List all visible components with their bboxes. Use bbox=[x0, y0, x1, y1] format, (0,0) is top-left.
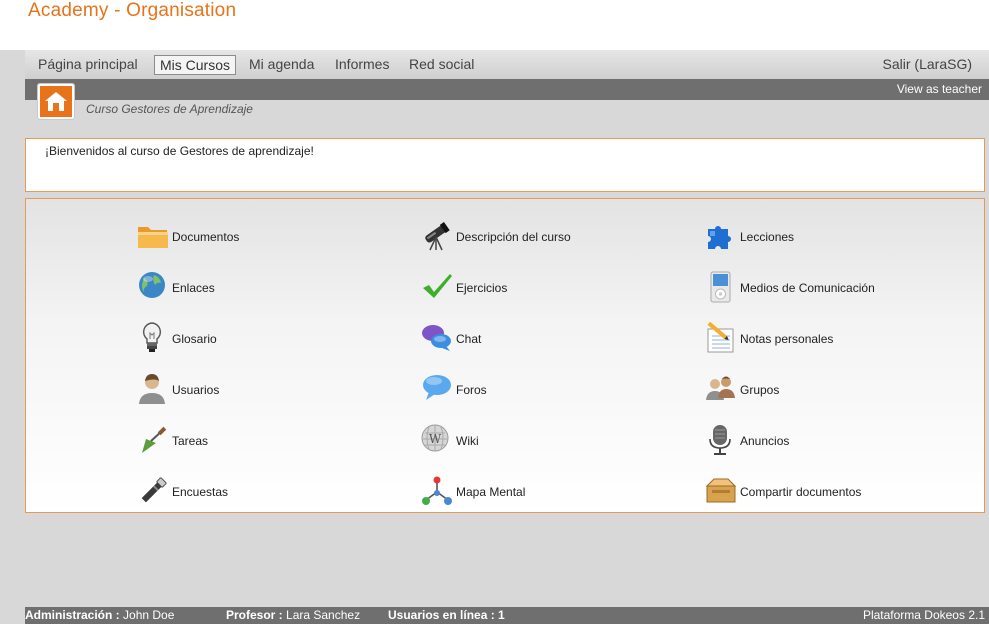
intro-text: ¡Bienvenidos al curso de Gestores de apr… bbox=[45, 144, 314, 158]
tool-groups[interactable]: Grupos bbox=[704, 372, 964, 406]
tool-label: Ejercicios bbox=[456, 281, 508, 295]
trowel-icon bbox=[142, 426, 167, 453]
lightbulb-icon bbox=[142, 322, 162, 352]
tool-announcements[interactable]: Anuncios bbox=[704, 423, 964, 457]
tool-links[interactable]: Enlaces bbox=[136, 270, 396, 304]
tool-label: Enlaces bbox=[172, 281, 215, 295]
flashlight-icon bbox=[141, 477, 167, 503]
tool-media[interactable]: Medios de Comunicación bbox=[704, 270, 964, 304]
teacher-label: Profesor : bbox=[226, 608, 283, 622]
footer-admin: Administración : John Doe bbox=[25, 608, 174, 622]
tool-label: Medios de Comunicación bbox=[740, 281, 875, 295]
logout-link[interactable]: Salir (LaraSG) bbox=[878, 55, 977, 75]
tool-chat[interactable]: Chat bbox=[420, 321, 680, 355]
main-navigation: Página principal Mis Cursos Mi agenda In… bbox=[25, 50, 989, 79]
course-subbar: View as teacher bbox=[25, 79, 989, 100]
nav-my-courses[interactable]: Mis Cursos bbox=[154, 55, 237, 75]
tool-mind-map[interactable]: Mapa Mental bbox=[420, 474, 680, 508]
tool-personal-notes[interactable]: Notas personales bbox=[704, 321, 964, 355]
tool-lessons[interactable]: Lecciones bbox=[704, 219, 964, 253]
tool-label: Lecciones bbox=[740, 230, 795, 244]
svg-text:W: W bbox=[429, 432, 442, 446]
notepad-icon bbox=[707, 321, 734, 353]
site-title[interactable]: Academy - Organisation bbox=[28, 0, 236, 22]
media-player-icon bbox=[710, 271, 731, 303]
admin-name[interactable]: John Doe bbox=[123, 608, 174, 622]
open-box-icon bbox=[705, 478, 737, 503]
tool-users[interactable]: Usuarios bbox=[136, 372, 396, 406]
tool-tasks[interactable]: Tareas bbox=[136, 423, 396, 457]
site-header: Academy - Organisation bbox=[0, 0, 989, 50]
nav-home[interactable]: Página principal bbox=[33, 55, 143, 75]
globe-icon bbox=[139, 272, 165, 298]
footer-bar: Administración : John Doe Profesor : Lar… bbox=[25, 607, 989, 624]
nav-agenda[interactable]: Mi agenda bbox=[244, 55, 319, 75]
tool-label: Descripción del curso bbox=[456, 230, 571, 244]
tool-label: Documentos bbox=[172, 230, 240, 244]
wiki-globe-icon: W bbox=[421, 424, 449, 452]
footer-online-users[interactable]: Usuarios en línea : 1 bbox=[388, 608, 505, 622]
tool-share-documents[interactable]: Compartir documentos bbox=[704, 474, 964, 508]
tool-label: Foros bbox=[456, 383, 487, 397]
tool-label: Wiki bbox=[456, 434, 479, 448]
microphone-icon bbox=[709, 425, 731, 455]
nav-social-network[interactable]: Red social bbox=[404, 55, 479, 75]
tool-label: Glosario bbox=[172, 332, 217, 346]
tool-documents[interactable]: Documentos bbox=[136, 219, 396, 253]
tool-label: Anuncios bbox=[740, 434, 790, 448]
tool-label: Usuarios bbox=[172, 383, 220, 397]
platform-label[interactable]: Plataforma Dokeos 2.1 bbox=[863, 608, 985, 622]
tool-label: Grupos bbox=[740, 383, 780, 397]
tool-forums[interactable]: Foros bbox=[420, 372, 680, 406]
online-users-label: Usuarios en línea : 1 bbox=[388, 608, 505, 622]
admin-label: Administración : bbox=[25, 608, 120, 622]
puzzle-icon bbox=[708, 226, 731, 249]
nav-reports[interactable]: Informes bbox=[330, 55, 394, 75]
footer-teacher: Profesor : Lara Sanchez bbox=[226, 608, 360, 622]
folder-icon bbox=[138, 227, 168, 248]
tool-course-description[interactable]: Descripción del curso bbox=[420, 219, 680, 253]
course-tools-panel: Documentos Descripción del curso Leccion… bbox=[25, 198, 985, 513]
telescope-icon bbox=[425, 222, 450, 251]
mind-map-icon bbox=[422, 476, 452, 505]
tool-glossary[interactable]: Glosario bbox=[136, 321, 396, 355]
tool-wiki[interactable]: W Wiki bbox=[420, 423, 680, 457]
chat-bubbles-icon bbox=[422, 325, 451, 351]
tool-label: Compartir documentos bbox=[740, 485, 862, 499]
course-home-button[interactable] bbox=[38, 84, 74, 119]
tool-label: Tareas bbox=[172, 434, 209, 448]
course-intro-box: ¡Bienvenidos al curso de Gestores de apr… bbox=[25, 138, 985, 192]
teacher-name[interactable]: Lara Sanchez bbox=[286, 608, 360, 622]
tool-surveys[interactable]: Encuestas bbox=[136, 474, 396, 508]
checkmark-icon bbox=[423, 274, 452, 298]
tool-label: Notas personales bbox=[740, 332, 834, 346]
user-icon bbox=[139, 374, 165, 404]
group-icon bbox=[706, 376, 735, 400]
tool-label: Encuestas bbox=[172, 485, 229, 499]
tool-exercises[interactable]: Ejercicios bbox=[420, 270, 680, 304]
home-icon bbox=[45, 92, 67, 111]
view-as-teacher-link[interactable]: View as teacher bbox=[897, 82, 982, 96]
tool-label: Chat bbox=[456, 332, 482, 346]
speech-bubble-icon bbox=[423, 375, 451, 400]
tool-label: Mapa Mental bbox=[456, 485, 526, 499]
breadcrumb[interactable]: Curso Gestores de Aprendizaje bbox=[86, 102, 253, 116]
